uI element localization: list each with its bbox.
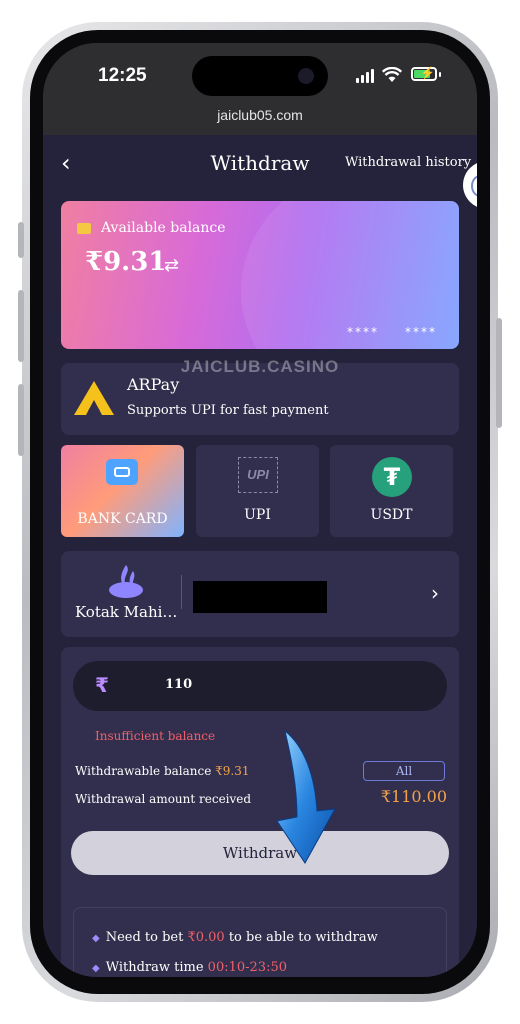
arpay-description: Supports UPI for fast payment — [127, 403, 329, 418]
divider — [181, 575, 182, 609]
method-label: BANK CARD — [77, 511, 168, 527]
withdrawable-label: Withdrawable balance — [75, 764, 216, 778]
side-button — [18, 222, 24, 258]
battery-cap — [439, 72, 441, 77]
balance-card: Available balance ₹9.31 ⇄ **** **** — [61, 201, 459, 349]
insufficient-balance-warning: Insufficient balance — [95, 729, 216, 743]
arpay-logo-icon — [74, 381, 114, 415]
rule-item: ◆ Need to bet ₹0.00 to be able to withdra… — [92, 930, 378, 945]
volume-up-button — [18, 290, 24, 362]
amount-received-value: ₹110.00 — [380, 787, 447, 806]
arpay-name: ARPay — [127, 375, 180, 394]
status-time: 12:25 — [98, 65, 147, 86]
upi-icon: UPI — [238, 457, 278, 493]
signal-icon — [356, 69, 374, 83]
withdrawable-balance: Withdrawable balance ₹9.31 — [75, 764, 250, 778]
watermark: JAICLUB.CASINO — [180, 357, 340, 376]
rule-item: ◆ Withdraw time 00:10-23:50 — [92, 960, 287, 975]
card-mask-2: **** — [405, 325, 437, 339]
usdt-icon: ₮ — [372, 457, 412, 497]
amount-value[interactable]: 110 — [165, 677, 192, 692]
rupee-icon: ₹ — [95, 673, 109, 697]
camera-icon — [298, 68, 314, 84]
battery-icon: ⚡ — [411, 66, 437, 81]
withdrawal-history-link[interactable]: Withdrawal history — [345, 155, 471, 170]
method-usdt[interactable]: ₮ USDT — [330, 445, 453, 537]
chevron-right-icon[interactable]: › — [431, 581, 439, 605]
pointer-arrow-icon — [276, 729, 336, 864]
balance-amount: ₹9.31 — [85, 247, 167, 277]
power-button — [496, 318, 502, 428]
status-bar: 12:25 ⚡ jaiclub05.com — [43, 43, 477, 135]
withdrawable-value: ₹9.31 — [215, 764, 250, 778]
account-number-redacted — [193, 581, 327, 613]
wifi-icon — [382, 67, 402, 82]
method-bank-card[interactable]: BANK CARD — [61, 445, 184, 537]
bank-name: Kotak Mahi… — [75, 603, 178, 621]
withdraw-panel: ₹ 110 Insufficient balance Withdrawable … — [61, 647, 459, 977]
bank-logo-icon — [109, 565, 143, 598]
bank-account-selector[interactable]: Kotak Mahi… › — [61, 551, 459, 637]
volume-down-button — [18, 384, 24, 456]
bank-card-icon — [106, 459, 138, 485]
method-label: USDT — [370, 507, 413, 523]
wallet-icon — [77, 223, 91, 234]
all-button[interactable]: All — [363, 761, 445, 781]
refresh-icon[interactable]: ⇄ — [164, 255, 179, 276]
available-balance-label: Available balance — [101, 220, 226, 236]
card-mask-1: **** — [347, 325, 379, 339]
method-label: UPI — [244, 507, 271, 523]
diamond-icon: ◆ — [92, 963, 100, 974]
diamond-icon: ◆ — [92, 933, 100, 944]
page-header: ‹ Withdraw Withdrawal history — [43, 135, 477, 195]
dynamic-island — [192, 56, 328, 96]
method-upi[interactable]: UPI UPI — [196, 445, 319, 537]
withdraw-rules: ◆ Need to bet ₹0.00 to be able to withdra… — [73, 907, 447, 977]
withdraw-button[interactable]: Withdraw — [71, 831, 449, 875]
app-screen: 12:25 ⚡ jaiclub05.com ‹ Withdraw Withdra… — [43, 43, 477, 977]
amount-received-label: Withdrawal amount received — [75, 792, 252, 806]
amount-input[interactable]: ₹ 110 — [73, 661, 447, 711]
page-url[interactable]: jaiclub05.com — [43, 107, 477, 123]
